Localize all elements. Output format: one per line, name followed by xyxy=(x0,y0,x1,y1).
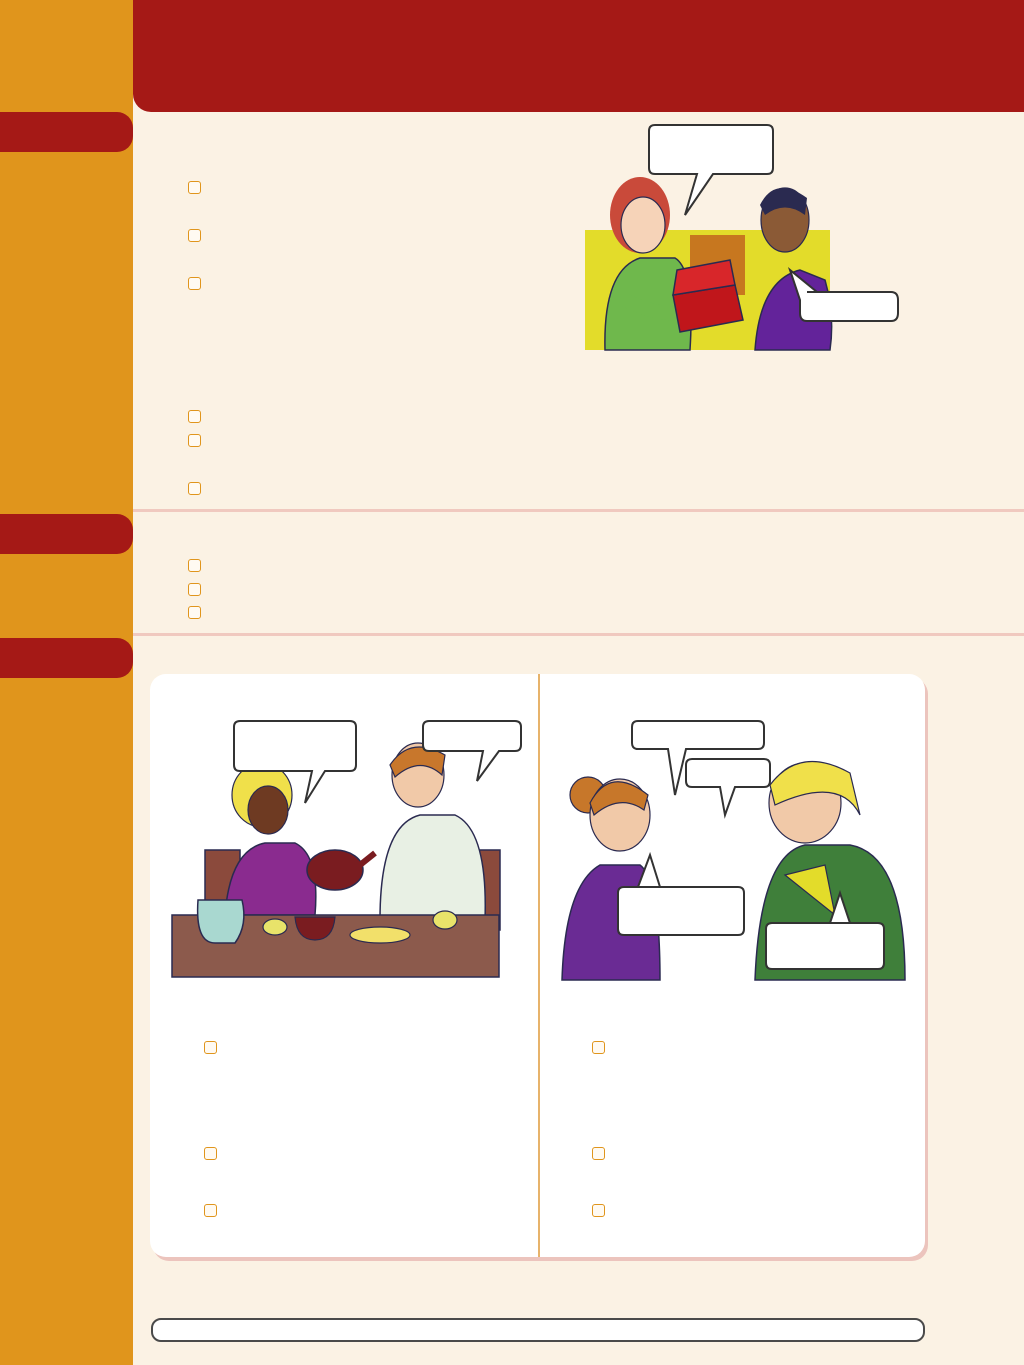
checkbox[interactable] xyxy=(188,277,201,290)
tea-table-illustration xyxy=(171,720,522,978)
checkbox[interactable] xyxy=(592,1204,605,1217)
section-divider-2 xyxy=(133,633,1024,636)
checkbox[interactable] xyxy=(204,1041,217,1054)
checkbox[interactable] xyxy=(592,1041,605,1054)
checkbox[interactable] xyxy=(188,583,201,596)
page-header-bar xyxy=(133,0,1024,112)
checkbox[interactable] xyxy=(204,1147,217,1160)
checkbox[interactable] xyxy=(188,559,201,572)
checkbox[interactable] xyxy=(592,1147,605,1160)
answer-bar[interactable] xyxy=(151,1318,925,1342)
gift-exchange-illustration xyxy=(585,124,899,351)
checkbox[interactable] xyxy=(188,606,201,619)
two-women-talking-illustration xyxy=(561,720,906,981)
panel-divider xyxy=(538,674,540,1257)
checkbox[interactable] xyxy=(188,482,201,495)
checkbox[interactable] xyxy=(204,1204,217,1217)
checkbox[interactable] xyxy=(188,410,201,423)
section-tab-1 xyxy=(0,112,133,152)
section-tab-3 xyxy=(0,638,133,678)
checkbox[interactable] xyxy=(188,181,201,194)
section-tab-2 xyxy=(0,514,133,554)
checkbox[interactable] xyxy=(188,229,201,242)
section-divider-1 xyxy=(133,509,1024,512)
checkbox[interactable] xyxy=(188,434,201,447)
